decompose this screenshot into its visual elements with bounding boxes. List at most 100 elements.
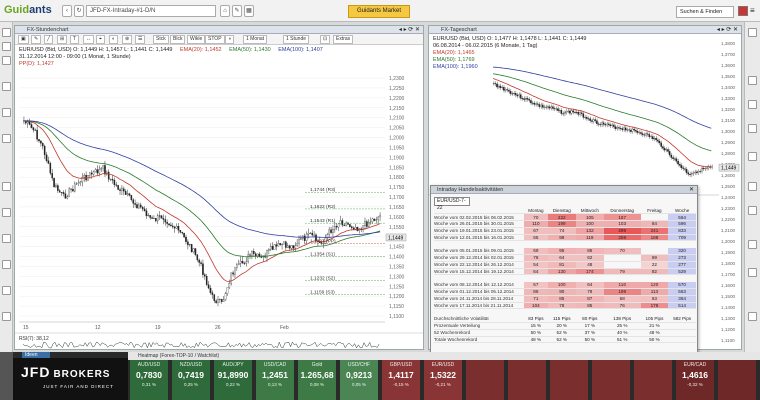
candle xyxy=(34,129,37,131)
y-tick-label: 1,2300 xyxy=(389,76,405,82)
value-cell: 85 xyxy=(575,302,604,310)
candle xyxy=(619,128,622,129)
avatar-6[interactable] xyxy=(748,182,757,191)
user-icon[interactable] xyxy=(2,28,11,37)
tool-2[interactable]: ✎ xyxy=(31,35,42,44)
sidebar-icon-3[interactable] xyxy=(2,82,11,91)
column-header: Woche xyxy=(668,207,696,215)
sidebar-icon-6[interactable] xyxy=(2,182,11,191)
candle xyxy=(511,93,514,95)
blck-button[interactable]: Blck xyxy=(170,35,186,44)
avatar-3[interactable] xyxy=(748,100,757,109)
sidebar-icon-2[interactable] xyxy=(2,56,11,65)
tool-9[interactable]: ⊕ xyxy=(122,35,133,44)
value-cell: 62 xyxy=(575,254,604,262)
tool-3[interactable]: ╱ xyxy=(44,35,54,44)
grid-icon[interactable]: ▦ xyxy=(244,5,254,17)
interval-select[interactable]: 1 Stunde xyxy=(283,35,310,44)
y-tick-label: 1,2250 xyxy=(389,86,405,92)
edit-icon[interactable]: ✎ xyxy=(232,5,242,17)
value-cell: 709 xyxy=(668,234,696,242)
avatar-1[interactable] xyxy=(748,28,757,37)
period-select[interactable]: 1 Monat xyxy=(243,35,268,44)
guidants-logo[interactable]: Guidants xyxy=(4,4,52,16)
y-tick-label: 1,2600 xyxy=(721,173,735,178)
heatmap-cell[interactable]: USD/CHF 0,9213 0,05 % xyxy=(340,360,378,400)
heatmap-val: 91,8990 xyxy=(217,370,249,380)
value-cell: 299 xyxy=(603,227,641,235)
extras-button[interactable]: Extras xyxy=(333,35,354,44)
heatmap-cell[interactable]: NZD/USD 0,7419 0,25 % xyxy=(172,360,210,400)
candle xyxy=(695,171,698,173)
value-cell: 116 xyxy=(603,281,641,290)
tool-7[interactable]: ⌖ xyxy=(96,35,105,44)
heatmap-cell[interactable] xyxy=(550,360,588,400)
wikle-button[interactable]: Wikle xyxy=(187,35,206,44)
heatmap-cell[interactable]: EUR/USD 1,5322 -0,21 % xyxy=(424,360,462,400)
candle xyxy=(83,175,86,178)
candle xyxy=(618,127,620,129)
guidants-market-button[interactable]: Guidants Market xyxy=(348,5,410,18)
jfd-brokers-logo: JFD BROKERS JUST FAIR AND DIRECT xyxy=(13,358,128,400)
heatmap-cell[interactable] xyxy=(634,360,672,400)
heatmap-sym: USD/CHF xyxy=(347,362,371,368)
stop-button[interactable]: STOP xyxy=(205,35,225,44)
window-controls[interactable]: ◂ ▸ ⟳ ✕ xyxy=(399,26,420,34)
heatmap-cell[interactable]: AUD/JPY 91,8990 0,22 % xyxy=(214,360,252,400)
summary-value: 48 % xyxy=(640,329,669,337)
avatar-2[interactable] xyxy=(748,76,757,85)
workspace-selector[interactable]: JFD-FX-Intraday-#1-D/N xyxy=(86,5,216,17)
tool-11[interactable]: ◑ xyxy=(225,35,235,44)
refresh-icon[interactable]: ↻ xyxy=(74,5,84,17)
heatmap-cell[interactable] xyxy=(592,360,630,400)
tool-6[interactable]: ↔ xyxy=(83,35,94,44)
hourly-candle-chart[interactable]: 1,2300 1,2250 1,2200 1,2150 1,2100 1,2050 1,20… xyxy=(15,66,423,349)
heatmap-cell[interactable]: Gold 1.265,68 0,08 % xyxy=(298,360,336,400)
heatmap-cell[interactable] xyxy=(508,360,546,400)
sidebar-icon-11[interactable] xyxy=(2,312,11,321)
candle xyxy=(74,183,76,192)
candle xyxy=(560,110,563,114)
heatmap-cell[interactable]: AUD/USD 0,7830 0,31 % xyxy=(130,360,168,400)
heatmap-cell[interactable]: USD/CAD 1,2451 0,13 % xyxy=(256,360,294,400)
sidebar-icon-4[interactable] xyxy=(2,108,11,117)
pair-select[interactable]: EUR/USD-7-22 xyxy=(434,197,470,211)
candle xyxy=(580,112,583,114)
sidebar-icon-9[interactable] xyxy=(2,260,11,269)
avatar-4[interactable] xyxy=(748,124,757,133)
y-tick-label: 1,2000 xyxy=(721,239,735,244)
column-header: Freitag xyxy=(640,207,669,215)
heatmap-cell[interactable] xyxy=(466,360,504,400)
menu-icon[interactable]: ≡ xyxy=(750,6,758,16)
sidebar-icon-10[interactable] xyxy=(2,286,11,295)
sidebar-icon-7[interactable] xyxy=(2,208,11,217)
tool-1[interactable]: ▣ xyxy=(18,35,29,44)
sidebar-icon-8[interactable] xyxy=(2,234,11,243)
avatar-5[interactable] xyxy=(748,152,757,161)
stck-button[interactable]: Stck xyxy=(153,35,169,44)
value-cell: 130 xyxy=(547,268,576,276)
sidebar-icon-5[interactable] xyxy=(2,134,11,143)
heatmap-cell[interactable]: GBP/USD 1,4117 -0,15 % xyxy=(382,360,420,400)
avatar-8[interactable] xyxy=(748,240,757,249)
window-controls-daily[interactable]: ◂ ▸ ⟳ ✕ xyxy=(717,26,738,34)
tool-10[interactable]: ☰ xyxy=(135,35,146,44)
tool-4[interactable]: ⊞ xyxy=(57,35,68,44)
avatar-7[interactable] xyxy=(748,206,757,215)
close-icon[interactable]: ✕ xyxy=(689,186,694,194)
home-icon[interactable]: ⌂ xyxy=(220,5,230,17)
back-icon[interactable]: ‹ xyxy=(62,5,72,17)
heatmap-sym: EUR/CAD xyxy=(683,362,707,368)
tool-5[interactable]: T xyxy=(70,35,80,44)
sidebar-icon-1[interactable] xyxy=(2,42,11,51)
heatmap-cell[interactable] xyxy=(718,360,756,400)
candle xyxy=(283,241,285,245)
avatar-10[interactable] xyxy=(748,312,757,321)
heatmap-cell[interactable]: EUR/CAD 1,4616 -0,32 % xyxy=(676,360,714,400)
flag-icon[interactable] xyxy=(738,6,748,16)
tool-8[interactable]: ◐ xyxy=(109,35,119,44)
x-tick-label: 12 xyxy=(95,325,101,331)
search-input[interactable]: Suchen & Finden xyxy=(676,6,734,18)
avatar-9[interactable] xyxy=(748,268,757,277)
tool-12[interactable]: ⊡ xyxy=(320,35,331,44)
